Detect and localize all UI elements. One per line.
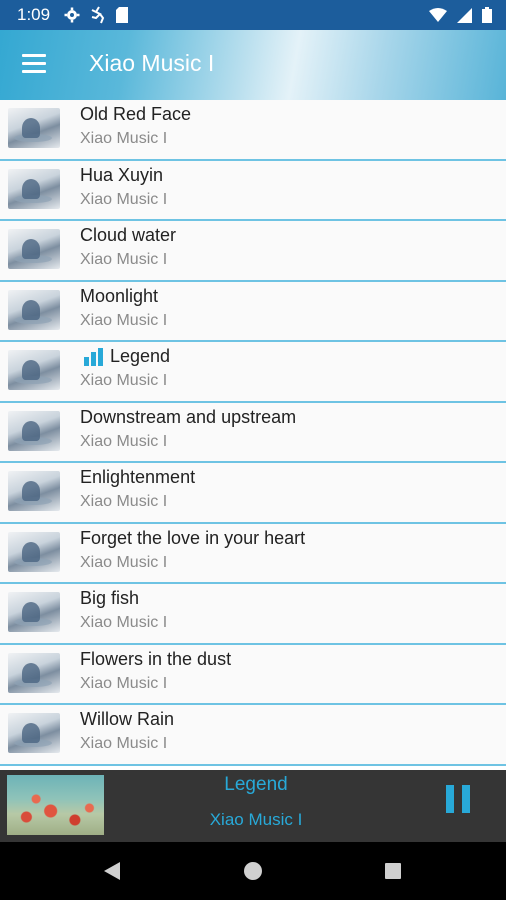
app-title: Xiao Music I (89, 50, 215, 76)
song-title-text: Big fish (80, 588, 140, 608)
song-title: Cloud water (80, 225, 176, 246)
song-artist: Xiao Music I (80, 190, 168, 208)
song-thumbnail (8, 289, 60, 330)
song-title: Big fish (80, 588, 139, 609)
now-playing-title: Legend (224, 774, 288, 795)
song-title-text: Enlightenment (80, 467, 196, 487)
pause-icon (446, 785, 454, 813)
song-title-text: Forget the love in your heart (80, 527, 306, 548)
song-artist: Xiao Music I (80, 553, 168, 571)
song-row[interactable]: Legend Xiao Music I (0, 342, 506, 403)
home-icon[interactable] (244, 862, 262, 880)
song-row[interactable]: Forget the love in your heart Xiao Music … (0, 523, 506, 584)
now-playing-bar[interactable]: Legend Xiao Music I (0, 770, 506, 842)
menu-icon[interactable] (22, 54, 48, 76)
song-artist: Xiao Music I (80, 735, 168, 752)
song-title-text: Cloud water (80, 225, 177, 245)
song-title-text: Legend (110, 346, 171, 366)
song-title: Downstream and upstream (80, 407, 296, 428)
song-row[interactable]: Enlightenment Xiao Music I (0, 463, 506, 524)
song-thumbnail (8, 229, 60, 269)
song-thumbnail (8, 471, 60, 511)
song-row[interactable]: Flowers in the dust Xiao Music I (0, 644, 506, 705)
now-playing-artist: Xiao Music I (209, 810, 303, 829)
signal-icon (457, 7, 472, 23)
song-artist: Xiao Music I (80, 614, 168, 631)
song-artist: Xiao Music I (80, 493, 168, 510)
song-row[interactable]: Big fish Xiao Music I (0, 584, 506, 645)
song-row[interactable]: Moonlight Xiao Music I (0, 281, 506, 342)
song-title: Old Red Face (80, 104, 191, 125)
equalizer-icon (84, 347, 106, 366)
song-title: Flowers in the dust (80, 649, 231, 670)
recents-icon[interactable] (385, 863, 401, 879)
song-artist: Xiao Music I (80, 432, 168, 450)
song-thumbnail (8, 350, 60, 390)
song-artist: Xiao Music I (80, 674, 168, 692)
song-title-text: Willow Rain (80, 709, 175, 729)
song-thumbnail (8, 410, 60, 451)
song-row[interactable]: Old Red Face Xiao Music I (0, 100, 506, 161)
song-title-text: Moonlight (80, 285, 159, 306)
song-title-text: Flowers in the dust (80, 648, 232, 669)
song-row[interactable]: Hua Xuyin Xiao Music I (0, 160, 506, 221)
running-app-icon (91, 6, 105, 24)
song-artist: Xiao Music I (80, 251, 168, 268)
pause-button[interactable] (446, 785, 472, 813)
status-bar: 1:09 (0, 0, 506, 30)
song-title-text: Old Red Face (80, 104, 192, 124)
song-title-text: Hua Xuyin (80, 164, 164, 185)
song-artist: Xiao Music I (80, 311, 168, 329)
song-artist: Xiao Music I (80, 130, 168, 147)
song-title-text: Downstream and upstream (80, 406, 297, 427)
song-title: Legend (80, 346, 170, 367)
song-artist: Xiao Music I (80, 372, 168, 389)
song-thumbnail (8, 168, 60, 209)
navigation-bar (0, 842, 506, 900)
song-thumbnail (8, 592, 60, 632)
song-row[interactable]: Cloud water Xiao Music I (0, 221, 506, 282)
song-list[interactable]: Old Red Face Xiao Music I Hua Xuyin Xiao Mu… (0, 100, 506, 770)
song-row[interactable]: Downstream and upstream Xiao Music I (0, 402, 506, 463)
battery-icon (482, 7, 492, 23)
song-title: Willow Rain (80, 709, 174, 730)
song-thumbnail (8, 713, 60, 753)
song-title: Enlightenment (80, 467, 195, 488)
song-thumbnail (8, 531, 60, 572)
song-title: Moonlight (80, 286, 158, 307)
song-row[interactable]: Willow Rain Xiao Music I (0, 705, 506, 766)
sd-card-icon (116, 7, 129, 23)
song-title: Forget the love in your heart (80, 528, 305, 549)
song-thumbnail (8, 652, 60, 693)
status-time: 1:09 (17, 5, 51, 24)
app-bar: Xiao Music I (0, 30, 506, 100)
wifi-icon (429, 8, 447, 22)
song-thumbnail (8, 108, 60, 148)
settings-icon (64, 7, 80, 23)
back-icon[interactable] (104, 862, 120, 880)
song-title: Hua Xuyin (80, 165, 163, 186)
